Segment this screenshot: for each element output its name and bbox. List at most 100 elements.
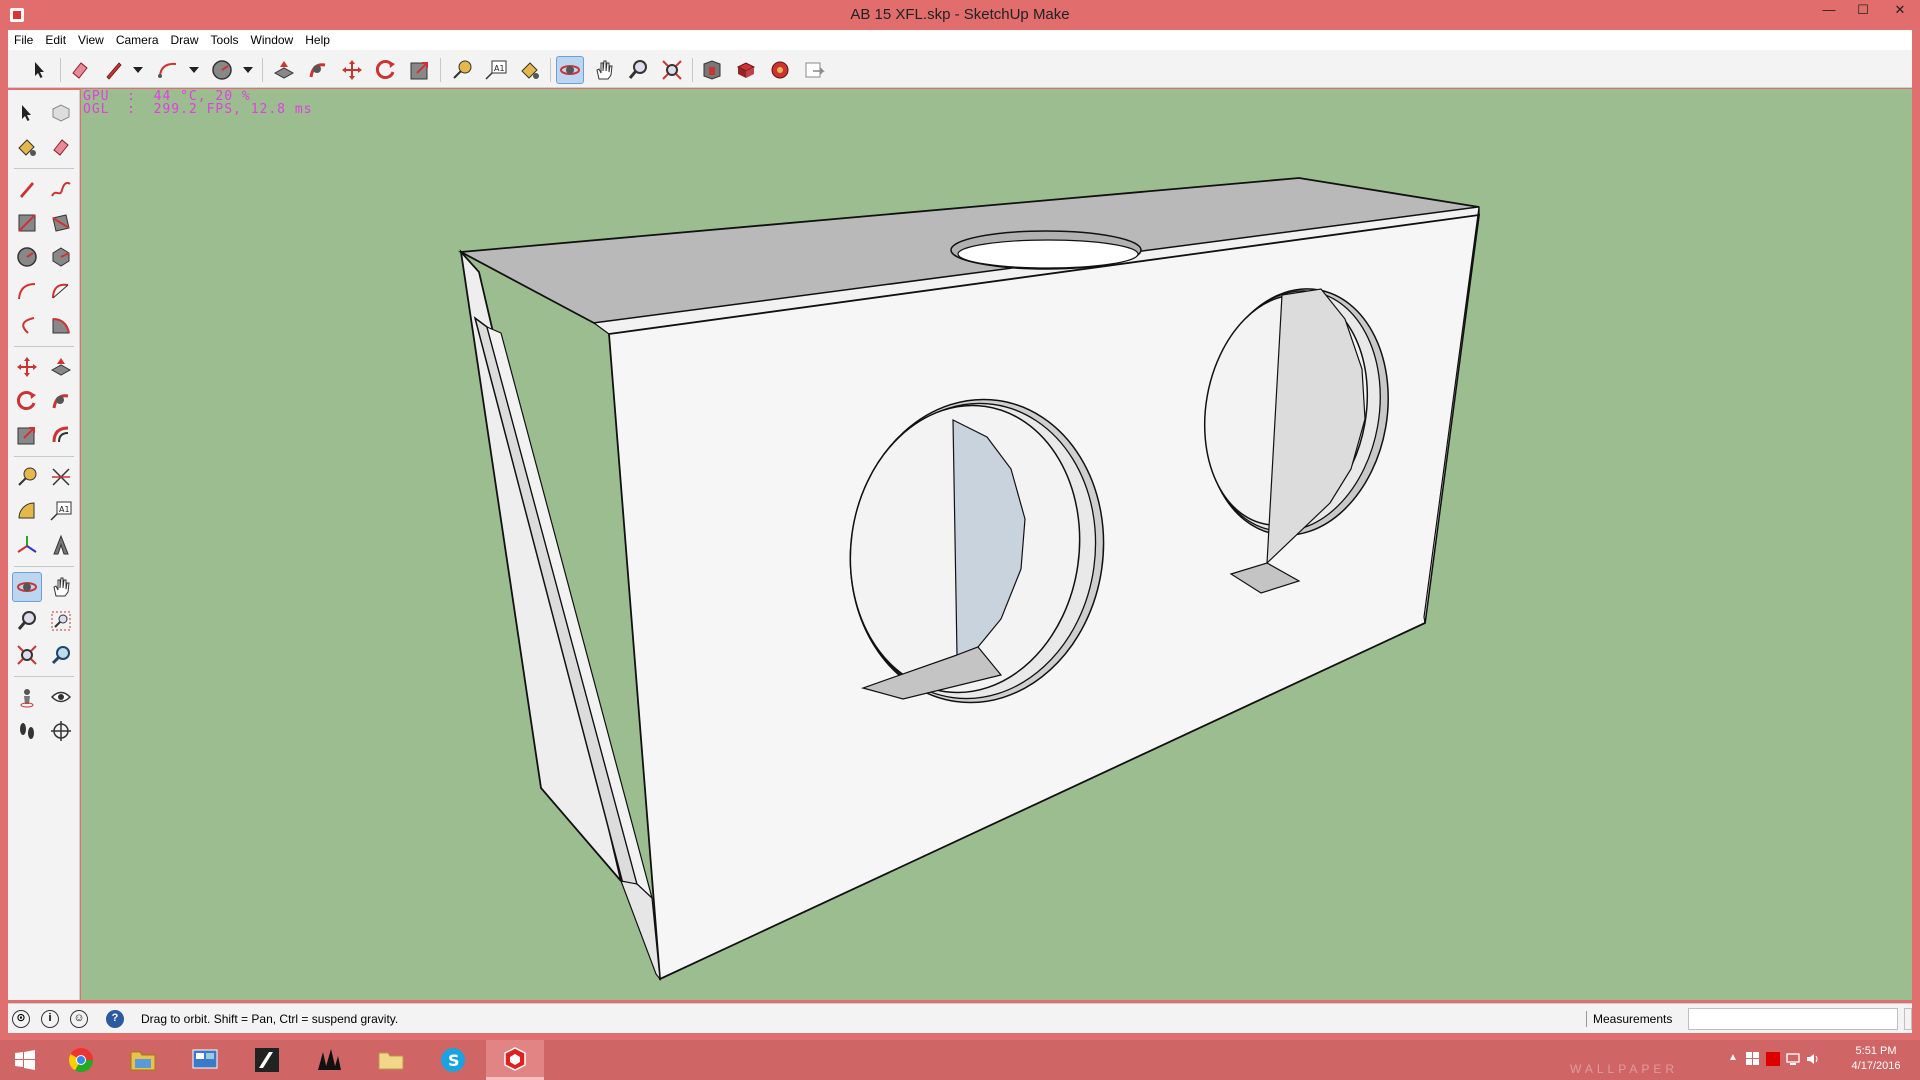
follow-me-icon[interactable] bbox=[46, 386, 76, 416]
tray-expand-icon[interactable]: ▲ bbox=[1728, 1052, 1738, 1063]
folder-icon[interactable] bbox=[362, 1040, 420, 1080]
scale-icon[interactable] bbox=[12, 420, 42, 450]
arc-icon[interactable] bbox=[154, 56, 182, 84]
eraser-icon[interactable] bbox=[46, 132, 76, 162]
zoom-icon[interactable] bbox=[12, 606, 42, 636]
scale-icon[interactable] bbox=[406, 56, 434, 84]
maximize-button[interactable]: ☐ bbox=[1846, 0, 1880, 22]
credits-icon[interactable]: i bbox=[41, 1010, 59, 1028]
polygon-icon[interactable] bbox=[46, 242, 76, 272]
title-bar: AB 15 XFL.skp - SketchUp Make — ☐ ✕ bbox=[0, 0, 1920, 30]
pencil-icon[interactable] bbox=[100, 56, 128, 84]
two-point-arc-icon[interactable] bbox=[46, 276, 76, 306]
zoom-extents-icon[interactable] bbox=[658, 56, 686, 84]
circle-icon[interactable] bbox=[208, 56, 236, 84]
tape-measure-icon[interactable] bbox=[12, 462, 42, 492]
corsair-icon[interactable] bbox=[300, 1040, 358, 1080]
sketchup-icon[interactable] bbox=[486, 1040, 544, 1080]
send-to-layout-icon[interactable] bbox=[800, 56, 828, 84]
section-plane-icon[interactable] bbox=[46, 716, 76, 746]
resize-grip[interactable] bbox=[1904, 1008, 1912, 1030]
pencil-icon[interactable] bbox=[12, 174, 42, 204]
temperature-tray-icon[interactable] bbox=[1766, 1052, 1780, 1066]
skype-icon[interactable]: S bbox=[424, 1040, 482, 1080]
dropdown-arrow-icon[interactable] bbox=[130, 56, 146, 84]
dropdown-arrow-icon[interactable] bbox=[240, 56, 256, 84]
three-point-arc-icon[interactable] bbox=[12, 310, 42, 340]
make-component-icon[interactable] bbox=[46, 98, 76, 128]
select-icon[interactable] bbox=[12, 98, 42, 128]
geo-location-icon[interactable]: ⊙ bbox=[12, 1010, 30, 1028]
3d-warehouse-icon[interactable] bbox=[698, 56, 726, 84]
rotate-icon[interactable] bbox=[12, 386, 42, 416]
text-icon[interactable]: A1 bbox=[482, 56, 510, 84]
eraser-icon[interactable] bbox=[66, 56, 94, 84]
chrome-icon[interactable] bbox=[52, 1040, 110, 1080]
menu-help[interactable]: Help bbox=[299, 30, 336, 47]
menu-camera[interactable]: Camera bbox=[110, 30, 165, 47]
look-around-icon[interactable] bbox=[46, 682, 76, 712]
protractor-icon[interactable] bbox=[12, 496, 42, 526]
control-panel-icon[interactable] bbox=[176, 1040, 234, 1080]
walk-icon[interactable] bbox=[12, 716, 42, 746]
start-icon[interactable] bbox=[0, 1040, 50, 1080]
arc-icon[interactable] bbox=[12, 276, 42, 306]
help-icon[interactable]: ? bbox=[106, 1010, 124, 1028]
minimize-button[interactable]: — bbox=[1812, 0, 1846, 22]
offset-icon[interactable] bbox=[46, 420, 76, 450]
menu-window[interactable]: Window bbox=[245, 30, 300, 47]
dimension-icon[interactable] bbox=[46, 462, 76, 492]
windows-flag-icon[interactable] bbox=[1746, 1052, 1760, 1069]
measurements-label: Measurements bbox=[1593, 1012, 1673, 1026]
dropdown-arrow-icon[interactable] bbox=[186, 56, 202, 84]
volume-icon[interactable] bbox=[1806, 1052, 1820, 1069]
paint-bucket-icon[interactable] bbox=[516, 56, 544, 84]
zoom-icon[interactable] bbox=[624, 56, 652, 84]
pie-icon[interactable] bbox=[46, 310, 76, 340]
select-icon[interactable] bbox=[26, 56, 54, 84]
move-icon[interactable] bbox=[338, 56, 366, 84]
previous-view-icon[interactable] bbox=[46, 640, 76, 670]
main-toolbar: A1 bbox=[8, 50, 1912, 88]
status-bar: ⊙ i ☺ ? Drag to orbit. Shift = Pan, Ctrl… bbox=[8, 1003, 1912, 1033]
close-button[interactable]: ✕ bbox=[1880, 0, 1920, 22]
menu-edit[interactable]: Edit bbox=[39, 30, 72, 47]
extension-warehouse-icon[interactable] bbox=[732, 56, 760, 84]
window-title: AB 15 XFL.skp - SketchUp Make bbox=[850, 6, 1070, 23]
circle-icon[interactable] bbox=[12, 242, 42, 272]
orbit-icon[interactable] bbox=[556, 56, 584, 84]
measurements-input[interactable] bbox=[1688, 1008, 1898, 1030]
pan-icon[interactable] bbox=[590, 56, 618, 84]
menu-tools[interactable]: Tools bbox=[205, 30, 245, 47]
freehand-icon[interactable] bbox=[46, 174, 76, 204]
zoom-window-icon[interactable] bbox=[46, 606, 76, 636]
model-viewport[interactable]: GPU : 44 °C, 20 % OGL : 299.2 FPS, 12.8 m… bbox=[81, 89, 1912, 1000]
rotated-rectangle-icon[interactable] bbox=[46, 208, 76, 238]
push-pull-icon[interactable] bbox=[270, 56, 298, 84]
zoom-extents-icon[interactable] bbox=[12, 640, 42, 670]
paint-bucket-icon[interactable] bbox=[12, 132, 42, 162]
orbit-icon[interactable] bbox=[12, 572, 42, 602]
svg-text:A1: A1 bbox=[59, 505, 70, 514]
file-explorer-icon[interactable] bbox=[114, 1040, 172, 1080]
push-pull-icon[interactable] bbox=[46, 352, 76, 382]
menu-view[interactable]: View bbox=[72, 30, 110, 47]
tape-measure-icon[interactable] bbox=[448, 56, 476, 84]
rectangle-icon[interactable] bbox=[12, 208, 42, 238]
menu-draw[interactable]: Draw bbox=[165, 30, 205, 47]
network-icon[interactable] bbox=[1786, 1052, 1800, 1069]
move-icon[interactable] bbox=[12, 352, 42, 382]
rotate-icon[interactable] bbox=[372, 56, 400, 84]
taskbar-clock[interactable]: 5:51 PM 4/17/2016 bbox=[1838, 1044, 1914, 1074]
axes-icon[interactable] bbox=[12, 530, 42, 560]
3d-text-icon[interactable] bbox=[46, 530, 76, 560]
pan-icon[interactable] bbox=[46, 572, 76, 602]
user-account-icon[interactable]: ☺ bbox=[70, 1010, 88, 1028]
position-camera-icon[interactable] bbox=[12, 682, 42, 712]
text-icon[interactable]: A1 bbox=[46, 496, 76, 526]
layout-icon[interactable] bbox=[766, 56, 794, 84]
menu-file[interactable]: File bbox=[8, 30, 39, 47]
follow-me-icon[interactable] bbox=[304, 56, 332, 84]
media-app-icon[interactable] bbox=[238, 1040, 296, 1080]
clock-date: 4/17/2016 bbox=[1851, 1060, 1901, 1072]
